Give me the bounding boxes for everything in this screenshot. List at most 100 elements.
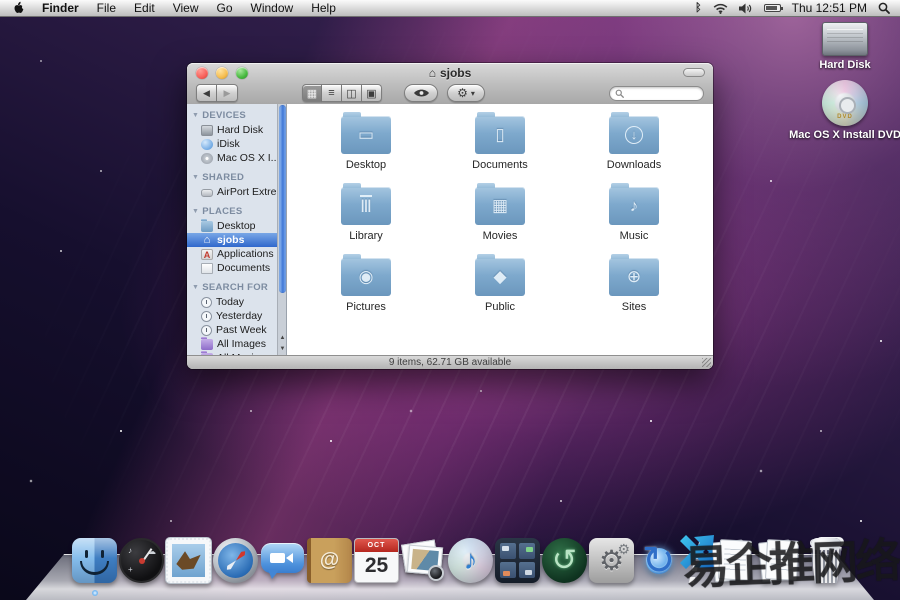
folder-public[interactable]: ◆Public xyxy=(433,258,567,313)
zoom-button[interactable] xyxy=(236,67,248,79)
sidebar-item-desktop[interactable]: Desktop xyxy=(187,219,286,233)
folder-documents[interactable]: ▯Documents xyxy=(433,116,567,171)
dock-iphoto-icon[interactable] xyxy=(401,538,446,583)
folder-desktop[interactable]: ▭Desktop xyxy=(299,116,433,171)
folder-view: ▭Desktop ▯Documents ↓Downloads ⅢLibrary … xyxy=(287,104,713,355)
crumpled-paper xyxy=(811,538,841,550)
wifi-icon[interactable] xyxy=(713,3,728,14)
stack-page xyxy=(765,539,799,581)
dock-ical-icon[interactable]: OCT 25 xyxy=(354,538,399,583)
column-view-button[interactable]: ◫ xyxy=(342,84,362,102)
dock: ♪ ☁ + @ OCT 25 ♪ xyxy=(0,536,900,600)
folder-music[interactable]: ♪Music xyxy=(567,187,701,242)
menu-go[interactable]: Go xyxy=(217,1,233,15)
dock-itunes-icon[interactable]: ♪ xyxy=(448,538,493,583)
battery-icon[interactable] xyxy=(764,4,781,12)
menu-view[interactable]: View xyxy=(173,1,199,15)
sidebar-item-idisk[interactable]: iDisk xyxy=(187,137,286,151)
folder-library[interactable]: ⅢLibrary xyxy=(299,187,433,242)
menu-bar: Finder File Edit View Go Window Help ᛒ T… xyxy=(0,0,900,17)
action-menu-button[interactable]: ⚙ ▾ xyxy=(447,84,485,102)
folder-icon: ♪ xyxy=(609,187,659,225)
dock-finder-icon[interactable] xyxy=(72,538,117,583)
sidebar-section-shared[interactable]: ▼SHARED xyxy=(187,172,286,183)
view-mode-control: ▦ ≡ ◫ ▣ xyxy=(302,84,382,102)
dock-address-book-icon[interactable]: @ xyxy=(307,538,352,583)
sidebar-item-hard-disk[interactable]: Hard Disk xyxy=(187,123,286,137)
resize-grip[interactable] xyxy=(702,358,711,367)
gear-icon: ⚙ xyxy=(617,541,630,558)
menu-finder[interactable]: Finder xyxy=(42,1,79,15)
sidebar-item-sjobs[interactable]: ⌂sjobs xyxy=(187,233,286,247)
dock-time-machine-icon[interactable]: ↺ xyxy=(542,538,587,583)
camera-lens xyxy=(286,553,293,563)
desktop-icon-hard-disk[interactable]: Hard Disk xyxy=(783,22,900,71)
window-chrome: ⌂ sjobs ◀ ▶ ▦ ≡ ◫ ▣ ⚙ ▾ xyxy=(187,63,713,104)
folder-sites[interactable]: ⊕Sites xyxy=(567,258,701,313)
globe-emblem-icon: ⊕ xyxy=(627,267,641,287)
back-button[interactable]: ◀ xyxy=(196,84,217,102)
sidebar-section-places[interactable]: ▼PLACES xyxy=(187,206,286,217)
spotlight-icon[interactable] xyxy=(878,2,890,14)
idisk-icon xyxy=(201,139,213,150)
sidebar-item-applications[interactable]: AApplications xyxy=(187,247,286,261)
toolbar-toggle-pill[interactable] xyxy=(683,68,705,77)
sidebar-item-today[interactable]: Today xyxy=(187,295,286,309)
trash-basket xyxy=(809,547,843,583)
desktop-icon-install-dvd[interactable]: DVD Mac OS X Install DVD xyxy=(783,80,900,141)
dock-downloads-stack-icon[interactable] xyxy=(758,538,803,583)
folder-icon: ⊕ xyxy=(609,258,659,296)
sidebar-item-past-week[interactable]: Past Week xyxy=(187,323,286,337)
sidebar-item-install-dvd[interactable]: Mac OS X I... xyxy=(187,151,286,165)
sidebar-item-airport-extreme[interactable]: AirPort Extreme xyxy=(187,185,286,199)
dvd-disc-icon: DVD xyxy=(822,80,868,126)
menu-window[interactable]: Window xyxy=(251,1,294,15)
menu-help[interactable]: Help xyxy=(311,1,336,15)
title-bar[interactable]: ⌂ sjobs xyxy=(187,63,713,82)
folder-movies[interactable]: ▦Movies xyxy=(433,187,567,242)
dock-safari-icon[interactable] xyxy=(213,538,258,583)
scrollbar-arrows[interactable]: ▲▼ xyxy=(278,333,287,355)
sidebar-section-search-for[interactable]: ▼SEARCH FOR xyxy=(187,282,286,293)
list-view-button[interactable]: ≡ xyxy=(322,84,342,102)
search-field[interactable] xyxy=(609,86,704,101)
dock-spaces-icon[interactable] xyxy=(495,538,540,583)
dock-sync-icon[interactable]: ↻ xyxy=(636,538,681,583)
space-pane xyxy=(519,562,535,578)
finder-window: ⌂ sjobs ◀ ▶ ▦ ≡ ◫ ▣ ⚙ ▾ xyxy=(187,63,713,369)
menu-edit[interactable]: Edit xyxy=(134,1,155,15)
sidebar-item-yesterday[interactable]: Yesterday xyxy=(187,309,286,323)
scrollbar-thumb[interactable] xyxy=(279,105,286,293)
bluetooth-icon[interactable]: ᛒ xyxy=(695,2,702,14)
dock-system-preferences-icon[interactable]: ⚙ ⚙ xyxy=(589,538,634,583)
folder-pictures[interactable]: ◉Pictures xyxy=(299,258,433,313)
dock-mail-icon[interactable] xyxy=(166,538,211,583)
sidebar-scrollbar[interactable]: ▲▼ xyxy=(277,104,286,355)
quick-look-button[interactable] xyxy=(404,84,438,102)
close-button[interactable] xyxy=(196,67,208,79)
coverflow-view-button[interactable]: ▣ xyxy=(362,84,382,102)
clock-icon xyxy=(201,311,212,322)
menu-file[interactable]: File xyxy=(97,1,116,15)
search-input[interactable] xyxy=(627,88,697,99)
dock-ichat-icon[interactable] xyxy=(260,541,305,581)
icon-view-button[interactable]: ▦ xyxy=(302,84,322,102)
volume-icon[interactable] xyxy=(739,3,753,14)
desktop-emblem-icon: ▭ xyxy=(358,125,374,145)
folder-icon: ▯ xyxy=(475,116,525,154)
dock-documents-stack-icon[interactable] xyxy=(711,538,756,583)
folder-downloads[interactable]: ↓Downloads xyxy=(567,116,701,171)
dock-trash-icon[interactable] xyxy=(805,538,847,583)
dock-dashboard-icon[interactable]: ♪ ☁ + xyxy=(119,538,164,583)
download-emblem-icon: ↓ xyxy=(625,126,643,144)
window-title: ⌂ sjobs xyxy=(429,66,472,80)
minimize-button[interactable] xyxy=(216,67,228,79)
space-pane xyxy=(519,543,535,559)
sidebar-item-all-images[interactable]: All Images xyxy=(187,337,286,351)
sidebar-item-documents[interactable]: Documents xyxy=(187,261,286,275)
gauge-plus-glyph: + xyxy=(128,565,133,574)
sidebar-section-devices[interactable]: ▼DEVICES xyxy=(187,110,286,121)
menu-clock[interactable]: Thu 12:51 PM xyxy=(792,1,867,15)
apple-menu[interactable] xyxy=(12,1,24,15)
forward-button[interactable]: ▶ xyxy=(217,84,238,102)
